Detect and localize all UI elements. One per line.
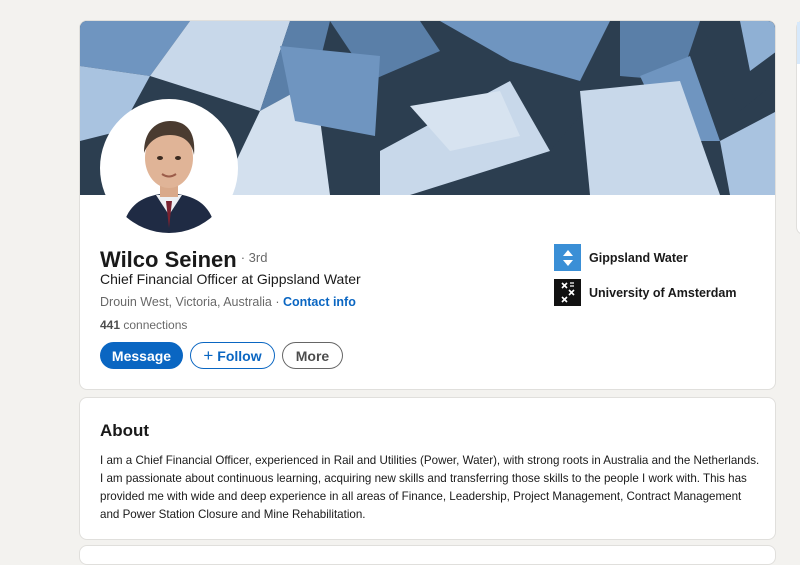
profile-headline: Chief Financial Officer at Gippsland Wat… bbox=[100, 271, 361, 287]
connections-count: 441 bbox=[100, 318, 121, 332]
follow-button[interactable]: + Follow bbox=[190, 342, 275, 369]
about-title: About bbox=[100, 421, 150, 440]
education-name: University of Amsterdam bbox=[589, 285, 737, 300]
connections-label: connections bbox=[120, 318, 188, 332]
profile-photo bbox=[104, 103, 234, 233]
profile-location: Drouin West, Victoria, Australia bbox=[100, 295, 272, 309]
about-section: About I am a Chief Financial Officer, ex… bbox=[79, 397, 776, 540]
name-row: Wilco Seinen · 3rd bbox=[100, 247, 267, 273]
education-link[interactable]: University of Amsterdam bbox=[554, 279, 737, 306]
profile-name: Wilco Seinen bbox=[100, 247, 237, 272]
about-text: I am a Chief Financial Officer, experien… bbox=[100, 454, 760, 521]
gippsland-water-logo bbox=[554, 244, 581, 271]
current-company-link[interactable]: Gippsland Water bbox=[554, 244, 688, 271]
current-company-name: Gippsland Water bbox=[589, 250, 688, 265]
follow-label: Follow bbox=[217, 347, 262, 364]
university-of-amsterdam-logo bbox=[554, 279, 581, 306]
more-button[interactable]: More bbox=[282, 342, 343, 369]
location-separator: · bbox=[271, 295, 283, 309]
message-button[interactable]: Message bbox=[100, 342, 183, 369]
contact-info-link[interactable]: Contact info bbox=[283, 295, 356, 309]
connection-degree: · 3rd bbox=[240, 250, 268, 265]
profile-avatar[interactable] bbox=[100, 99, 238, 237]
profile-card: Wilco Seinen · 3rd Chief Financial Offic… bbox=[79, 20, 776, 390]
connections-count-row[interactable]: 441 connections bbox=[100, 318, 187, 332]
plus-icon: + bbox=[203, 345, 214, 365]
location-row: Drouin West, Victoria, Australia · Conta… bbox=[100, 295, 356, 309]
next-section-card bbox=[79, 545, 776, 565]
